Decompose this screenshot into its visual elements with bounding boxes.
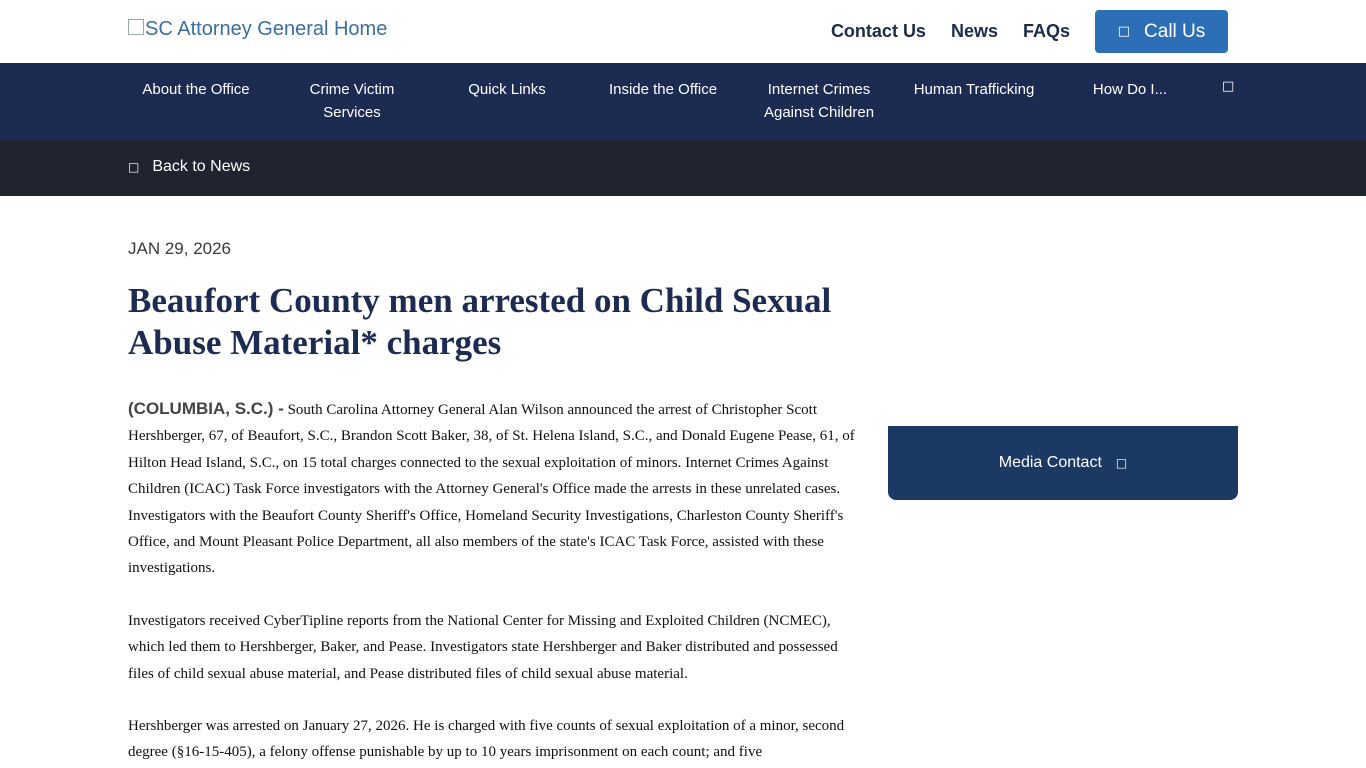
- nav-item-how-do-i[interactable]: How Do I...: [1060, 78, 1200, 101]
- chevron-down-icon: □: [1115, 456, 1128, 470]
- article-body: (COLUMBIA, S.C.) - South Carolina Attorn…: [128, 396, 860, 768]
- contact-us-link[interactable]: Contact Us: [831, 21, 926, 42]
- top-bar: SC Attorney General Home Contact Us News…: [0, 0, 1366, 63]
- nav-item-internet-crimes[interactable]: Internet Crimes Against Children: [749, 78, 889, 124]
- back-label: Back to News: [152, 158, 251, 175]
- nav-label-line1: Crime Victim: [309, 81, 395, 98]
- nav-label: Quick Links: [468, 81, 546, 98]
- article-paragraph: Investigators received CyberTipline repo…: [128, 612, 838, 682]
- nav-label-line2: Services: [323, 104, 381, 121]
- call-us-label: Call Us: [1144, 20, 1206, 42]
- nav-item-inside-office[interactable]: Inside the Office: [593, 78, 733, 101]
- site-logo[interactable]: SC Attorney General Home: [128, 18, 387, 41]
- article-paragraph: (COLUMBIA, S.C.) - South Carolina Attorn…: [128, 396, 860, 582]
- article-date: JAN 29, 2026: [128, 239, 232, 258]
- faqs-link[interactable]: FAQs: [1023, 21, 1070, 42]
- nav-label: Human Trafficking: [913, 81, 1035, 98]
- nav-label: Inside the Office: [608, 81, 718, 98]
- nav-label: About the Office: [142, 81, 250, 98]
- main-nav: About the Office Crime Victim Services Q…: [0, 63, 1366, 140]
- logo-alt-text: SC Attorney General Home: [145, 18, 388, 40]
- news-link[interactable]: News: [951, 21, 998, 42]
- media-contact-toggle[interactable]: Media Contact □: [888, 426, 1238, 500]
- call-us-button[interactable]: □ Call Us: [1095, 10, 1228, 53]
- nav-item-quick-links[interactable]: Quick Links: [437, 78, 577, 101]
- nav-item-crime-victim-services[interactable]: Crime Victim Services: [282, 78, 422, 124]
- back-to-news-link[interactable]: □ Back to News: [128, 158, 250, 176]
- search-icon[interactable]: □: [1222, 79, 1234, 94]
- nav-item-about[interactable]: About the Office: [126, 78, 266, 101]
- nav-label-line1: Internet Crimes: [767, 81, 871, 98]
- chevron-left-icon: □: [128, 160, 140, 174]
- utility-links: Contact Us News FAQs: [831, 21, 1070, 42]
- nav-item-human-trafficking[interactable]: Human Trafficking: [904, 78, 1044, 101]
- nav-label-line2: Against Children: [763, 104, 875, 121]
- back-bar: □ Back to News: [0, 140, 1366, 196]
- article-paragraph: Hershberger was arrested on January 27, …: [128, 718, 845, 761]
- dateline: (COLUMBIA, S.C.) -: [128, 399, 284, 418]
- broken-image-icon: [128, 18, 144, 35]
- phone-icon: □: [1117, 24, 1131, 39]
- article-title: Beaufort County men arrested on Child Se…: [128, 281, 832, 362]
- nav-label: How Do I...: [1092, 81, 1168, 98]
- paragraph-text: South Carolina Attorney General Alan Wil…: [128, 402, 855, 577]
- media-contact-label: Media Contact: [998, 454, 1102, 471]
